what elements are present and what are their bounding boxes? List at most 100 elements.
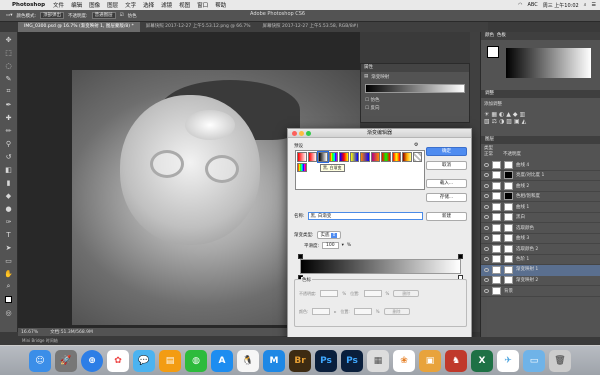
reverse-option[interactable]: ☐ 反向: [361, 105, 469, 111]
safari-icon[interactable]: ⊕: [81, 349, 103, 372]
color-location-input[interactable]: [353, 308, 372, 315]
trash-icon[interactable]: 🗑: [549, 349, 571, 372]
stop-color-menu-icon[interactable]: ▸: [334, 309, 336, 314]
eye-icon[interactable]: [484, 288, 489, 293]
history-brush-icon[interactable]: ↺: [3, 151, 15, 162]
eye-icon[interactable]: [484, 194, 489, 199]
blur-tool-icon[interactable]: ◆: [3, 190, 15, 201]
preset-swatch[interactable]: [328, 152, 338, 162]
adjust-tab[interactable]: 调整: [481, 90, 600, 98]
layer-row[interactable]: 曲线 3: [481, 234, 600, 244]
ok-button[interactable]: 确定: [426, 147, 467, 156]
search-icon[interactable]: ⌕: [584, 2, 587, 8]
menu-view[interactable]: 视图: [179, 1, 190, 9]
eyedropper-tool-icon[interactable]: ✒: [3, 99, 15, 110]
smoothness-input[interactable]: 100: [322, 242, 339, 249]
photos-2-icon[interactable]: ❀: [393, 349, 415, 372]
launchpad-icon[interactable]: 🚀: [55, 349, 77, 372]
preset-swatch[interactable]: [297, 162, 307, 172]
minimize-icon[interactable]: [299, 131, 304, 136]
menu-select[interactable]: 选择: [143, 1, 154, 9]
color-swatches-icon[interactable]: [3, 294, 15, 305]
app-menu[interactable]: Photoshop: [12, 2, 45, 8]
preset-swatch[interactable]: [381, 152, 391, 162]
gradient-type-select[interactable]: 实底 ⇕: [316, 231, 341, 239]
crop-tool-icon[interactable]: ⌗: [3, 86, 15, 97]
cancel-button[interactable]: 取消: [426, 161, 467, 170]
presets-gear-icon[interactable]: ⚙: [414, 142, 418, 148]
boxes-icon[interactable]: ▣: [419, 349, 441, 372]
tab-doc-3[interactable]: 屏幕快照 2017-12-27 上午5.53.58, RGB/8#): [257, 22, 365, 32]
photoshop-icon[interactable]: Ps: [315, 349, 337, 372]
messages-icon[interactable]: 💬: [133, 349, 155, 372]
name-input[interactable]: 黑, 白渐变: [307, 212, 423, 220]
eraser-tool-icon[interactable]: ◧: [3, 164, 15, 175]
layer-row[interactable]: 色阶 1: [481, 255, 600, 265]
layer-row[interactable]: 曲线 4: [481, 160, 600, 171]
menu-filter[interactable]: 滤镜: [161, 1, 172, 9]
menu-file[interactable]: 文件: [53, 1, 64, 9]
wifi-icon[interactable]: ◠: [518, 2, 522, 8]
mini-bridge-bar[interactable]: Mini Bridge 时间轴: [0, 337, 600, 345]
path-select-icon[interactable]: ➤: [3, 242, 15, 253]
eye-icon[interactable]: [484, 204, 489, 209]
lasso-tool-icon[interactable]: ◌: [3, 60, 15, 71]
preset-swatch[interactable]: [412, 152, 422, 162]
books-icon[interactable]: ▤: [159, 349, 181, 372]
smoothness-stepper-icon[interactable]: ▾: [342, 243, 344, 248]
save-button[interactable]: 存储...: [426, 193, 467, 202]
eye-icon[interactable]: [484, 236, 489, 241]
dither-checkbox[interactable]: ☑: [120, 13, 124, 18]
eye-icon[interactable]: [484, 225, 489, 230]
preset-swatch[interactable]: [370, 152, 380, 162]
gradient-bar[interactable]: [300, 259, 461, 274]
preset-swatch[interactable]: [391, 152, 401, 162]
layer-row[interactable]: 曲线 2: [481, 181, 600, 192]
swatch-tab[interactable]: 色板: [497, 33, 506, 38]
layer-row[interactable]: 黑白: [481, 213, 600, 223]
stop-color-swatch[interactable]: [312, 308, 331, 315]
foreground-swatch[interactable]: [487, 46, 499, 58]
eye-icon[interactable]: [484, 183, 489, 188]
layer-row-selected[interactable]: 渐变映射 1: [481, 265, 600, 276]
preset-swatch[interactable]: [360, 152, 370, 162]
shape-tool-icon[interactable]: ▭: [3, 255, 15, 266]
list-icon[interactable]: ☰: [592, 2, 596, 8]
preset-swatch[interactable]: [307, 152, 317, 162]
maxthon-icon[interactable]: M: [263, 349, 285, 372]
eye-icon[interactable]: [484, 173, 489, 178]
menu-help[interactable]: 帮助: [215, 1, 226, 9]
app-store-icon[interactable]: A: [211, 349, 233, 372]
eye-icon[interactable]: [484, 257, 489, 262]
marquee-tool-icon[interactable]: ⬚: [3, 47, 15, 58]
dialog-titlebar[interactable]: 渐变编辑器: [288, 129, 471, 138]
menu-type[interactable]: 文字: [125, 1, 136, 9]
preset-swatch-selected[interactable]: [317, 151, 329, 163]
hand-tool-icon[interactable]: ✋: [3, 268, 15, 279]
tab-doc-1[interactable]: IMG_0300.psd @ 16.7% (渐变映射 1, 图层蒙版/8) *: [18, 22, 140, 32]
layer-row[interactable]: 渐变映射 2: [481, 276, 600, 286]
layer-row[interactable]: 选取颜色 2: [481, 244, 600, 255]
eye-icon[interactable]: [484, 246, 489, 251]
wechat-icon[interactable]: ◍: [185, 349, 207, 372]
color-panel-tabs[interactable]: 颜色 色板: [481, 32, 600, 40]
dither-option[interactable]: ☐ 仿色: [361, 95, 469, 105]
close-icon[interactable]: [292, 131, 297, 136]
eye-icon[interactable]: [484, 162, 489, 167]
pen-tool-icon[interactable]: ✑: [3, 216, 15, 227]
preset-swatch[interactable]: [339, 152, 349, 162]
dodge-tool-icon[interactable]: ●: [3, 203, 15, 214]
finder-icon[interactable]: ☺: [29, 349, 51, 372]
adjustment-icons[interactable]: ☀▦◐▲◆▥ ▧⚖◑▨▣◭: [484, 111, 597, 125]
preset-swatch[interactable]: [297, 152, 307, 162]
eye-icon[interactable]: [484, 268, 489, 273]
color-picker[interactable]: [481, 40, 600, 90]
type-tool-icon[interactable]: T: [3, 229, 15, 240]
menu-layer[interactable]: 图层: [107, 1, 118, 9]
stop-location-input[interactable]: [363, 290, 382, 297]
bridge-icon[interactable]: Br: [289, 349, 311, 372]
eye-icon[interactable]: [484, 278, 489, 283]
color-tab[interactable]: 颜色: [485, 33, 494, 38]
load-button[interactable]: 载入...: [426, 179, 467, 188]
opacity-select[interactable]: 普通图层: [91, 12, 116, 19]
